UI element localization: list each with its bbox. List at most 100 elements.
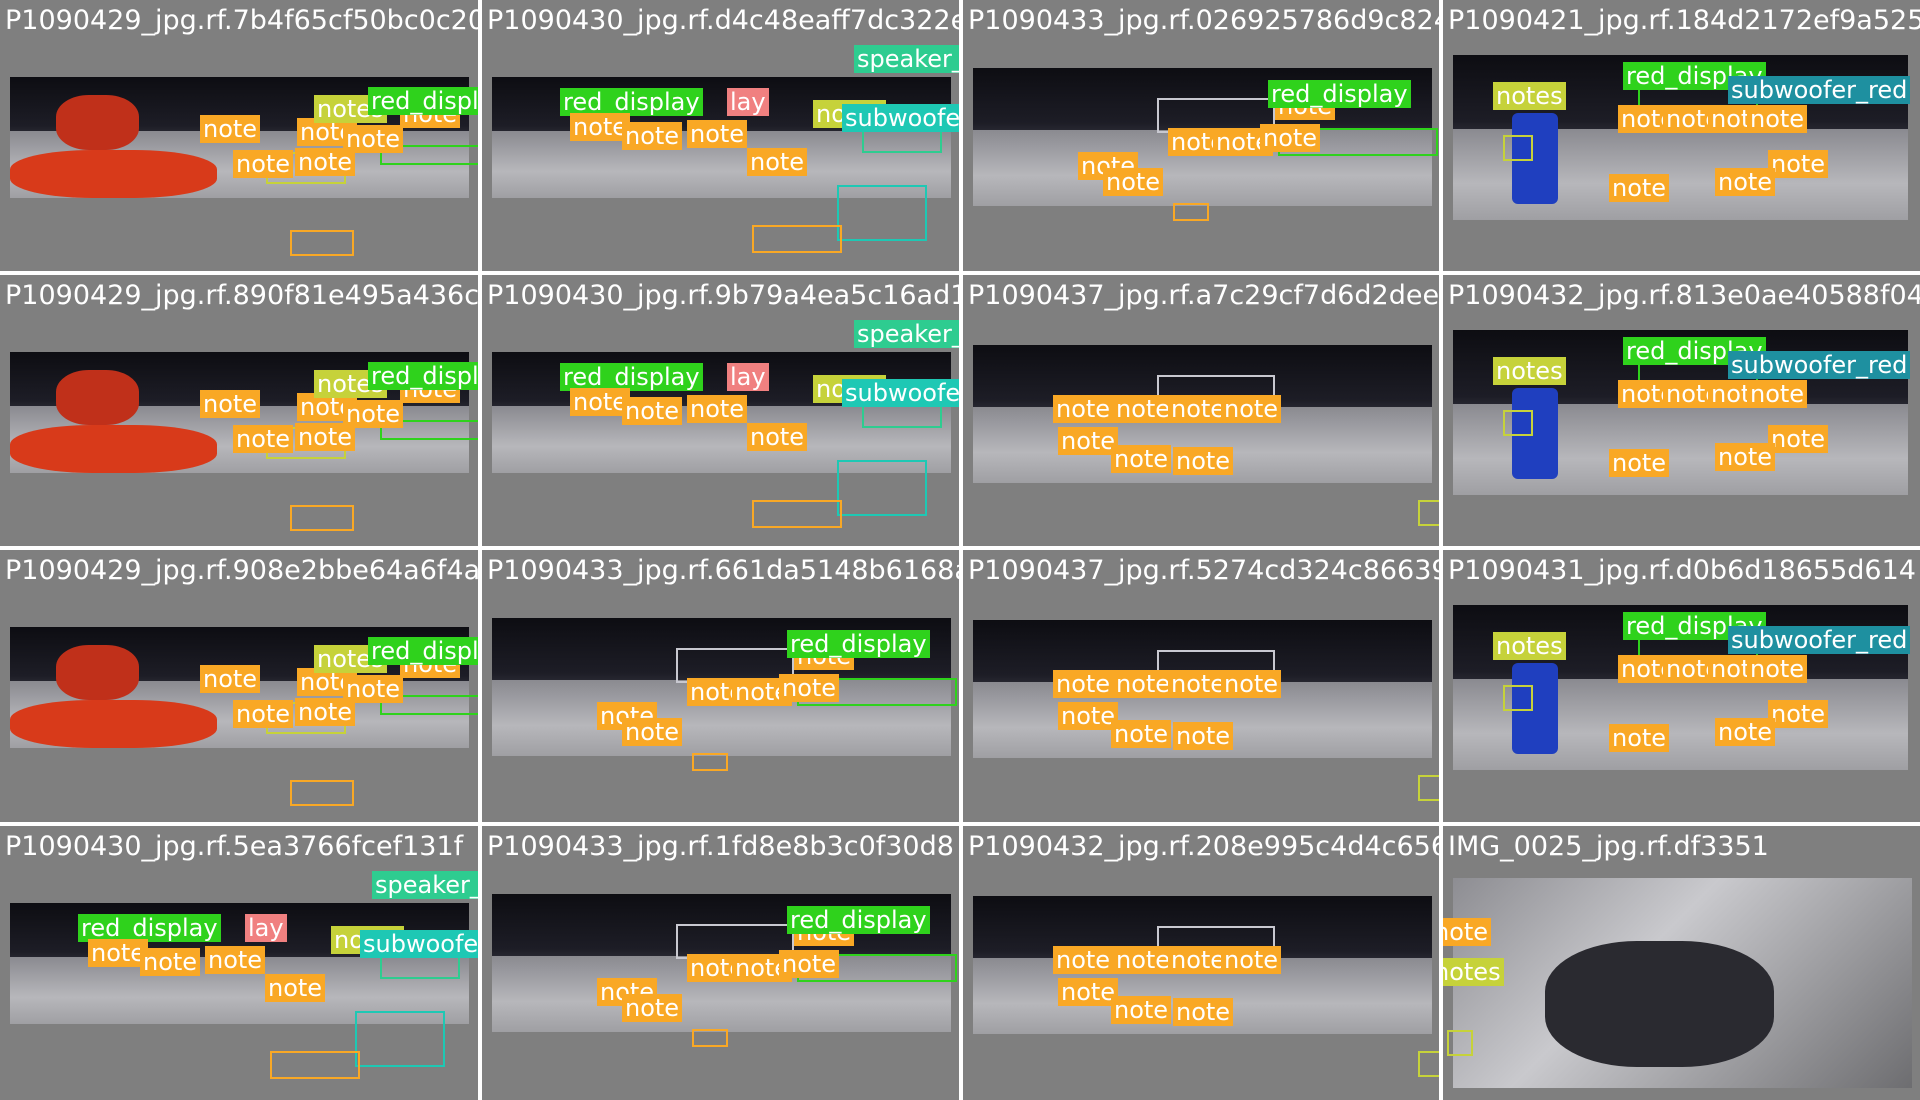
detection-label-note: note xyxy=(1609,174,1670,202)
detection-label-note: note xyxy=(343,675,404,703)
bounding-box-notes xyxy=(1418,1051,1439,1077)
bounding-box-speaker-blue xyxy=(862,404,942,428)
detection-label-note: note xyxy=(1111,720,1172,748)
mosaic-tile: P1090421_jpg.rf.184d2172ef9a525 red_displ… xyxy=(1443,0,1920,271)
detection-label-note: note xyxy=(1053,670,1114,698)
detection-label-speaker-blue: speaker_blue xyxy=(854,320,959,348)
bounding-box-speaker-blue xyxy=(862,129,942,153)
tile-filename: P1090437_jpg.rf.a7c29cf7d6d2dee xyxy=(968,280,1439,311)
detection-label-red-display: red_display xyxy=(787,906,930,934)
mosaic-tile: IMG_0025_jpg.rf.df3351note notes xyxy=(1443,826,1920,1100)
detection-label-note: note xyxy=(1609,724,1670,752)
mosaic-tile: P1090430_jpg.rf.d4c48eaff7dc322e red_disp… xyxy=(482,0,959,271)
mosaic-tile: P1090429_jpg.rf.890f81e495a436c note note n… xyxy=(0,275,478,546)
robot-part xyxy=(10,149,217,198)
mosaic-tile: P1090437_jpg.rf.a7c29cf7d6d2dee note note n… xyxy=(963,275,1439,546)
bounding-box-note xyxy=(290,505,354,531)
tile-filename: P1090432_jpg.rf.208e995c4d4c656 xyxy=(968,831,1439,862)
detection-label-red-display: red_display xyxy=(560,88,703,116)
detection-label-subwoofer-blue: subwoofer_blue xyxy=(360,930,478,958)
detection-label-subwoofer-blue: subwoofer_blue xyxy=(842,104,959,132)
detection-label-red-display: red_display xyxy=(78,914,221,942)
bounding-box-note xyxy=(752,225,842,253)
tile-filename: P1090430_jpg.rf.9b79a4ea5c16ad1 xyxy=(487,280,959,311)
detection-label-note: note xyxy=(687,395,748,423)
detection-label-note: note xyxy=(1111,445,1172,473)
detection-label-note: note xyxy=(1113,395,1174,423)
detection-label-note: note xyxy=(1103,168,1164,196)
mosaic-tile: P1090437_jpg.rf.5274cd324c86639 note note n… xyxy=(963,550,1439,822)
detection-label-note: note xyxy=(233,150,294,178)
detection-label-note: note xyxy=(1715,718,1776,746)
robot-part xyxy=(55,95,139,150)
mosaic-tile: P1090433_jpg.rf.661da5148b6168a note note n… xyxy=(482,550,959,822)
tile-filename: P1090433_jpg.rf.661da5148b6168a xyxy=(487,555,959,586)
detection-label-note: note xyxy=(1609,449,1670,477)
detection-label-red-display: red_display xyxy=(560,363,703,391)
bounding-box-note xyxy=(692,753,728,771)
detection-label-red-display: red_display xyxy=(368,87,478,115)
detection-label-note: note xyxy=(1768,150,1829,178)
robot-closeup xyxy=(1544,941,1775,1067)
detection-label-speaker-blue: speaker_blue xyxy=(372,871,478,899)
detection-label-note: note xyxy=(1053,395,1114,423)
detection-label-subwoofer-red: subwoofer_red xyxy=(1728,626,1911,654)
detection-label-note: note xyxy=(265,974,326,1002)
tile-filename: P1090433_jpg.rf.026925786d9c8243 xyxy=(968,5,1439,36)
bounding-box-note xyxy=(692,1029,728,1047)
detection-label-note: note xyxy=(200,115,261,143)
bounding-box-note xyxy=(1173,203,1209,221)
detection-label-notes: notes xyxy=(1443,958,1504,986)
detection-label-note: note xyxy=(200,665,261,693)
detection-label-note: note xyxy=(1168,395,1229,423)
detection-label-notes: notes xyxy=(1493,82,1566,110)
mosaic-grid: P1090429_jpg.rf.7b4f65cf50bc0c20 note note… xyxy=(0,0,1920,1100)
bounding-box-notes xyxy=(1418,500,1439,526)
detection-label-note: note xyxy=(622,122,683,150)
detection-label-note: note xyxy=(747,148,808,176)
detection-label-note: note xyxy=(140,948,201,976)
detection-label-note: note xyxy=(1173,998,1234,1026)
mosaic-tile: P1090433_jpg.rf.026925786d9c8243 note note… xyxy=(963,0,1439,271)
detection-label-note: note xyxy=(1747,380,1808,408)
detection-label-note: note xyxy=(1168,670,1229,698)
detection-label-note: note xyxy=(1113,946,1174,974)
bounding-box-notes xyxy=(1503,410,1533,436)
detection-label-notes: notes xyxy=(1493,357,1566,385)
detection-label-note: note xyxy=(1768,700,1829,728)
detection-label-subwoofer-blue: subwoofer_blue xyxy=(842,379,959,407)
detection-label-note: note xyxy=(747,423,808,451)
detection-label-red-tag: lay xyxy=(727,363,769,391)
bounding-box-subwoofer-blue xyxy=(837,460,927,516)
tile-filename: P1090429_jpg.rf.7b4f65cf50bc0c20 xyxy=(5,5,478,36)
robot-part xyxy=(10,424,217,473)
tile-filename: P1090430_jpg.rf.d4c48eaff7dc322e xyxy=(487,5,959,36)
tile-filename: P1090431_jpg.rf.d0b6d18655d614 xyxy=(1448,555,1916,586)
detection-label-note: note xyxy=(1111,996,1172,1024)
bounding-box-notes xyxy=(1447,1030,1473,1056)
detection-label-note: note xyxy=(1221,946,1282,974)
mosaic-tile: P1090429_jpg.rf.7b4f65cf50bc0c20note note… xyxy=(0,0,478,271)
detection-label-note: note xyxy=(233,700,294,728)
tile-filename: P1090429_jpg.rf.908e2bbe64a6f4a xyxy=(5,555,478,586)
detection-label-notes: notes xyxy=(1493,632,1566,660)
detection-label-note: note xyxy=(1053,946,1114,974)
bounding-box-note xyxy=(290,230,354,256)
detection-label-note: note xyxy=(1113,670,1174,698)
detection-label-note: note xyxy=(687,120,748,148)
detection-label-note: note xyxy=(205,946,266,974)
bounding-box-subwoofer-blue xyxy=(355,1011,445,1067)
robot-part xyxy=(55,645,139,700)
detection-label-note: note xyxy=(1058,702,1119,730)
detection-label-note: note xyxy=(1058,427,1119,455)
mosaic-tile: P1090433_jpg.rf.1fd8e8b3c0f30d8 note note n… xyxy=(482,826,959,1100)
tile-filename: P1090430_jpg.rf.5ea3766fcef131f xyxy=(5,831,464,862)
detection-label-note: note xyxy=(1768,425,1829,453)
detection-label-note: note xyxy=(622,397,683,425)
detection-label-note: note xyxy=(1221,395,1282,423)
mosaic-tile: P1090431_jpg.rf.d0b6d18655d614 red_displa… xyxy=(1443,550,1920,822)
tile-filename: P1090429_jpg.rf.890f81e495a436c xyxy=(5,280,478,311)
detection-label-note: note xyxy=(343,125,404,153)
detection-label-note: note xyxy=(233,425,294,453)
robot-part xyxy=(10,699,217,748)
